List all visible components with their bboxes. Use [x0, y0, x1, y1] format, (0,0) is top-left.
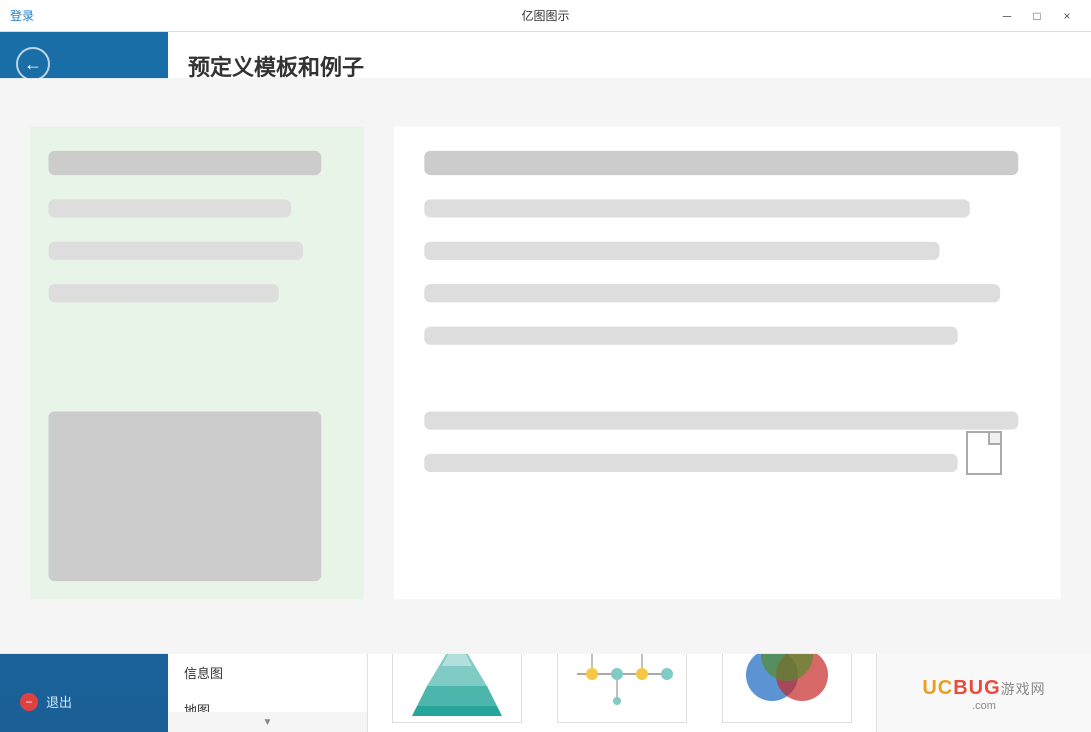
app-body: ← 打开 新建 保存 另存为 打印 导入 导出 & 发送 关闭 选项 免费 Ed… [0, 32, 1091, 732]
preview-panel: Brochure 2 [876, 136, 1091, 732]
template-body: 基本绘图 商务 卡片 图表 剪切画 数据库 工程 时装设计 平面布置图 流程图 … [168, 136, 1091, 732]
content-area: 预定义模板和例子 🔍 基本绘图 商务 卡片 图表 剪切画 数据库 工程 时装设计… [168, 32, 1091, 732]
document-icon [966, 431, 1002, 475]
preview-image-2 [889, 301, 1079, 401]
